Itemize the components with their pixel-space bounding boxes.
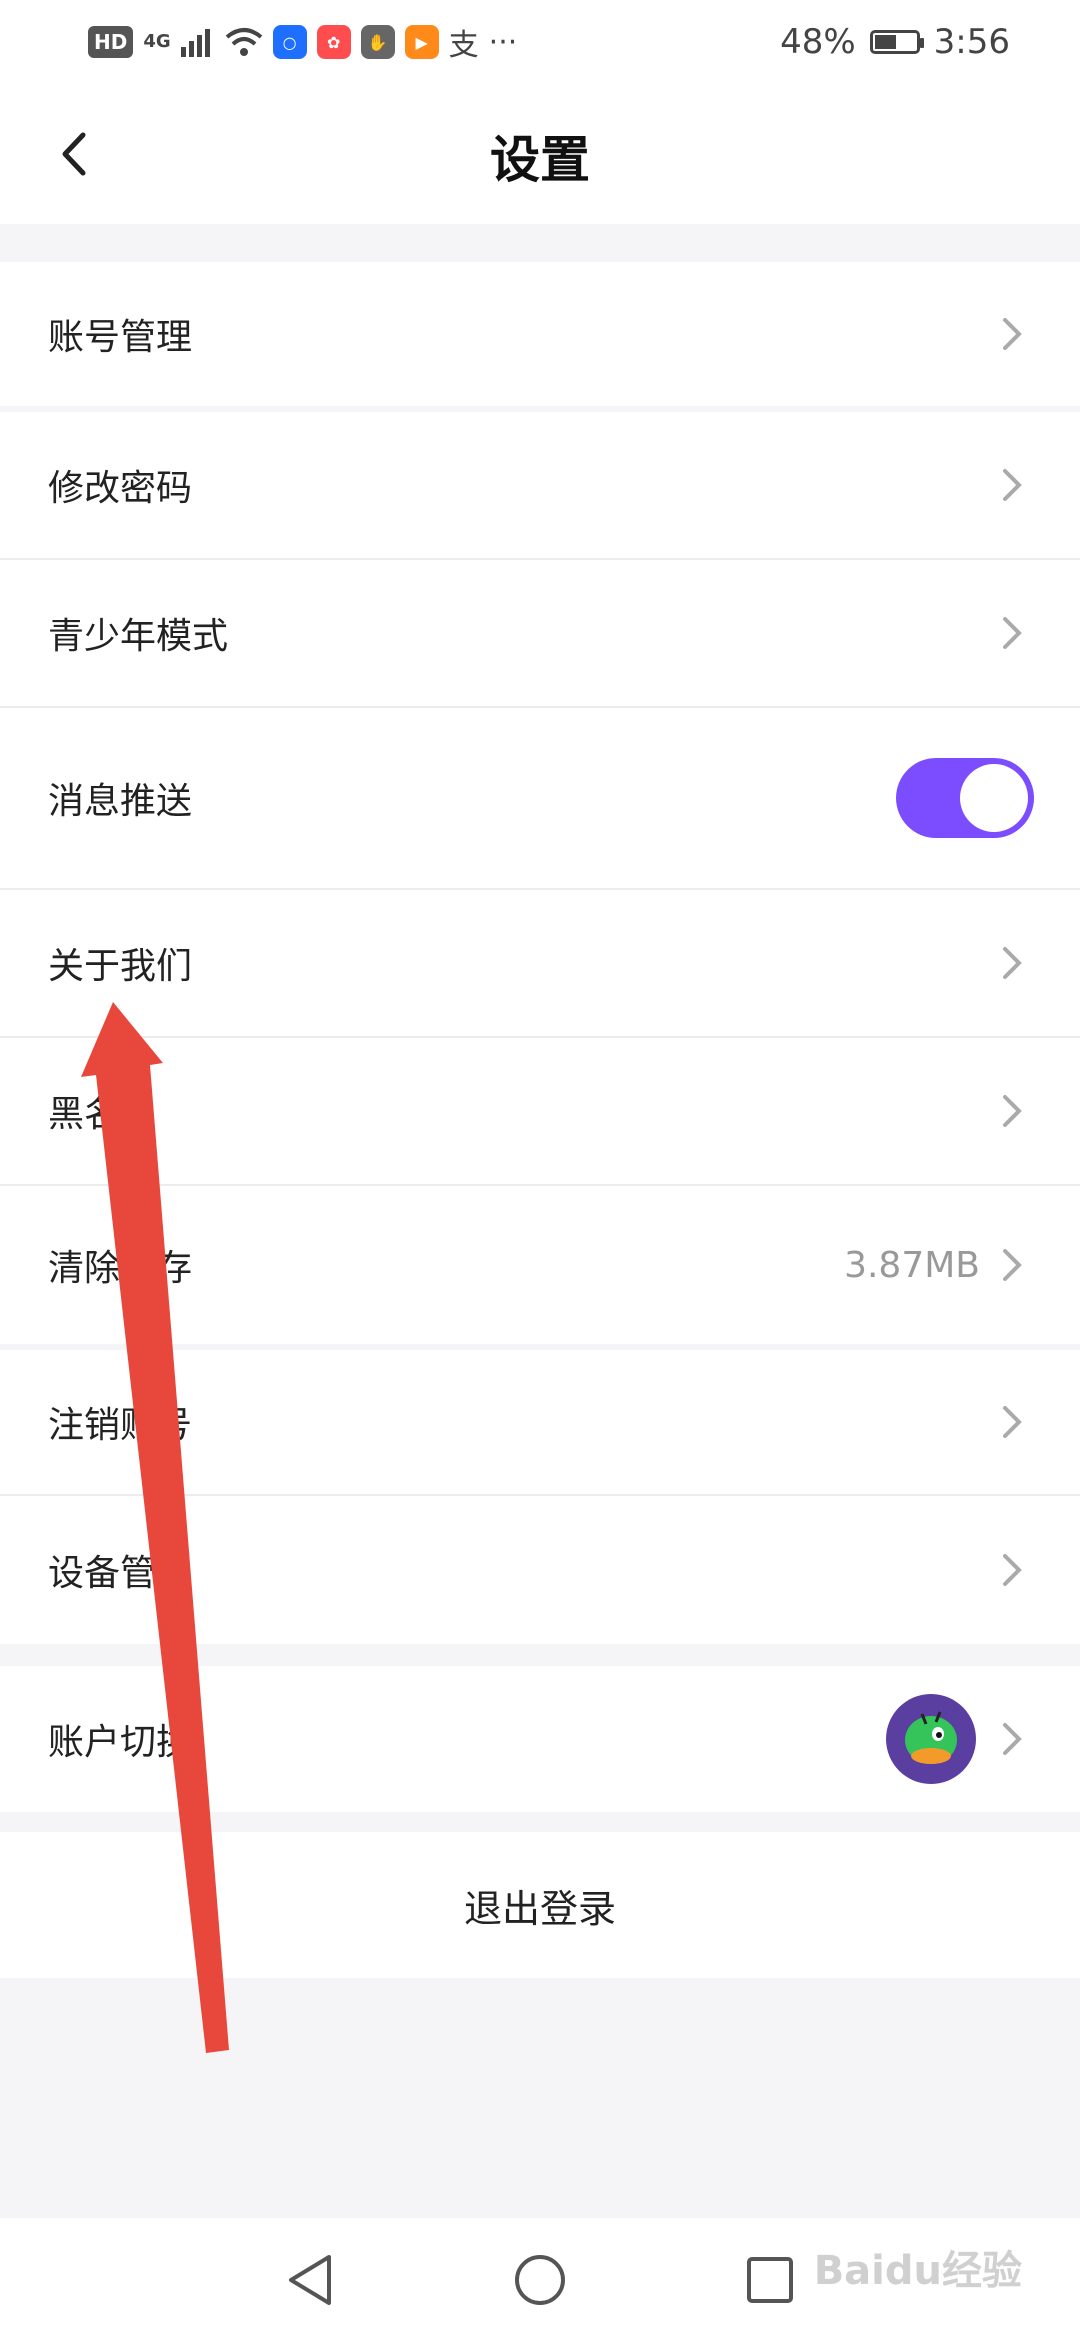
- row-label: 清除缓存: [48, 1248, 193, 1289]
- row-label: 注销账号: [48, 1405, 193, 1446]
- chevron-right-icon: [1003, 1723, 1022, 1755]
- network-indicator: 4G: [143, 33, 170, 51]
- page-title: 设置: [490, 131, 590, 189]
- battery-icon: [869, 30, 924, 54]
- row-account-manage[interactable]: 账号管理: [0, 262, 1080, 406]
- logout-label: 退出登录: [463, 1886, 616, 1931]
- row-cancel-account[interactable]: 注销账号: [0, 1350, 1080, 1496]
- bulb-icon: ○: [272, 25, 307, 59]
- row-push-notifications: 消息推送: [0, 708, 1080, 890]
- status-bar: HD 4G ○ ✿ ✋ ▶ 支 ··· 48% 3:56: [0, 0, 1080, 84]
- baidu-watermark: Baidu经验: [813, 2248, 1022, 2294]
- circle-home-icon: [515, 2255, 565, 2305]
- nav-recents-button[interactable]: [738, 2248, 802, 2312]
- nav-home-button[interactable]: [508, 2248, 572, 2312]
- triangle-back-icon: [289, 2255, 331, 2305]
- wifi-icon: [225, 28, 262, 56]
- chevron-right-icon: [1003, 1249, 1022, 1281]
- row-label: 账户切换: [48, 1722, 193, 1763]
- row-label: 设备管理: [48, 1553, 193, 1594]
- chevron-right-icon: [1003, 617, 1022, 649]
- row-device-manage[interactable]: 设备管理: [0, 1496, 1080, 1644]
- avatar: [886, 1694, 976, 1784]
- nav-back-button[interactable]: [278, 2248, 342, 2312]
- row-teen-mode[interactable]: 青少年模式: [0, 560, 1080, 708]
- alipay-icon: 支: [448, 28, 479, 63]
- row-label: 青少年模式: [48, 616, 229, 657]
- row-clear-cache[interactable]: 清除缓存 3.87MB: [0, 1186, 1080, 1344]
- row-label: 修改密码: [48, 468, 193, 509]
- chevron-right-icon: [1003, 469, 1022, 501]
- chevron-right-icon: [1003, 947, 1022, 979]
- signal-icon: [180, 29, 210, 57]
- logout-button[interactable]: 退出登录: [0, 1832, 1080, 1978]
- push-toggle[interactable]: [896, 758, 1034, 838]
- chevron-right-icon: [1003, 1406, 1022, 1438]
- battery-percent: 48%: [780, 22, 856, 62]
- hand-icon: ✋: [360, 25, 395, 59]
- network-label: 4G: [143, 31, 171, 52]
- more-icon: ···: [488, 24, 518, 60]
- page-header: 设置: [0, 84, 1080, 224]
- row-blacklist[interactable]: 黑名单: [0, 1038, 1080, 1186]
- row-change-password[interactable]: 修改密码: [0, 412, 1080, 560]
- huawei-icon: ✿: [316, 25, 351, 59]
- status-left: HD 4G ○ ✿ ✋ ▶ 支 ···: [88, 18, 517, 66]
- row-label: 关于我们: [48, 946, 193, 987]
- chevron-right-icon: [1003, 1095, 1022, 1127]
- chevron-right-icon: [1003, 318, 1022, 350]
- row-switch-account[interactable]: 账户切换: [0, 1666, 1080, 1812]
- row-label: 账号管理: [48, 317, 193, 358]
- chevron-right-icon: [1003, 1554, 1022, 1586]
- square-recents-icon: [747, 2257, 793, 2303]
- clock: 3:56: [933, 22, 1010, 62]
- row-label: 消息推送: [48, 781, 193, 822]
- row-about-us[interactable]: 关于我们: [0, 890, 1080, 1038]
- toggle-knob: [960, 764, 1028, 832]
- status-right: 48% 3:56: [780, 18, 1010, 66]
- cache-size: 3.87MB: [844, 1244, 980, 1286]
- row-label: 黑名单: [48, 1094, 157, 1135]
- video-icon: ▶: [404, 25, 439, 59]
- hd-badge: HD: [88, 26, 134, 58]
